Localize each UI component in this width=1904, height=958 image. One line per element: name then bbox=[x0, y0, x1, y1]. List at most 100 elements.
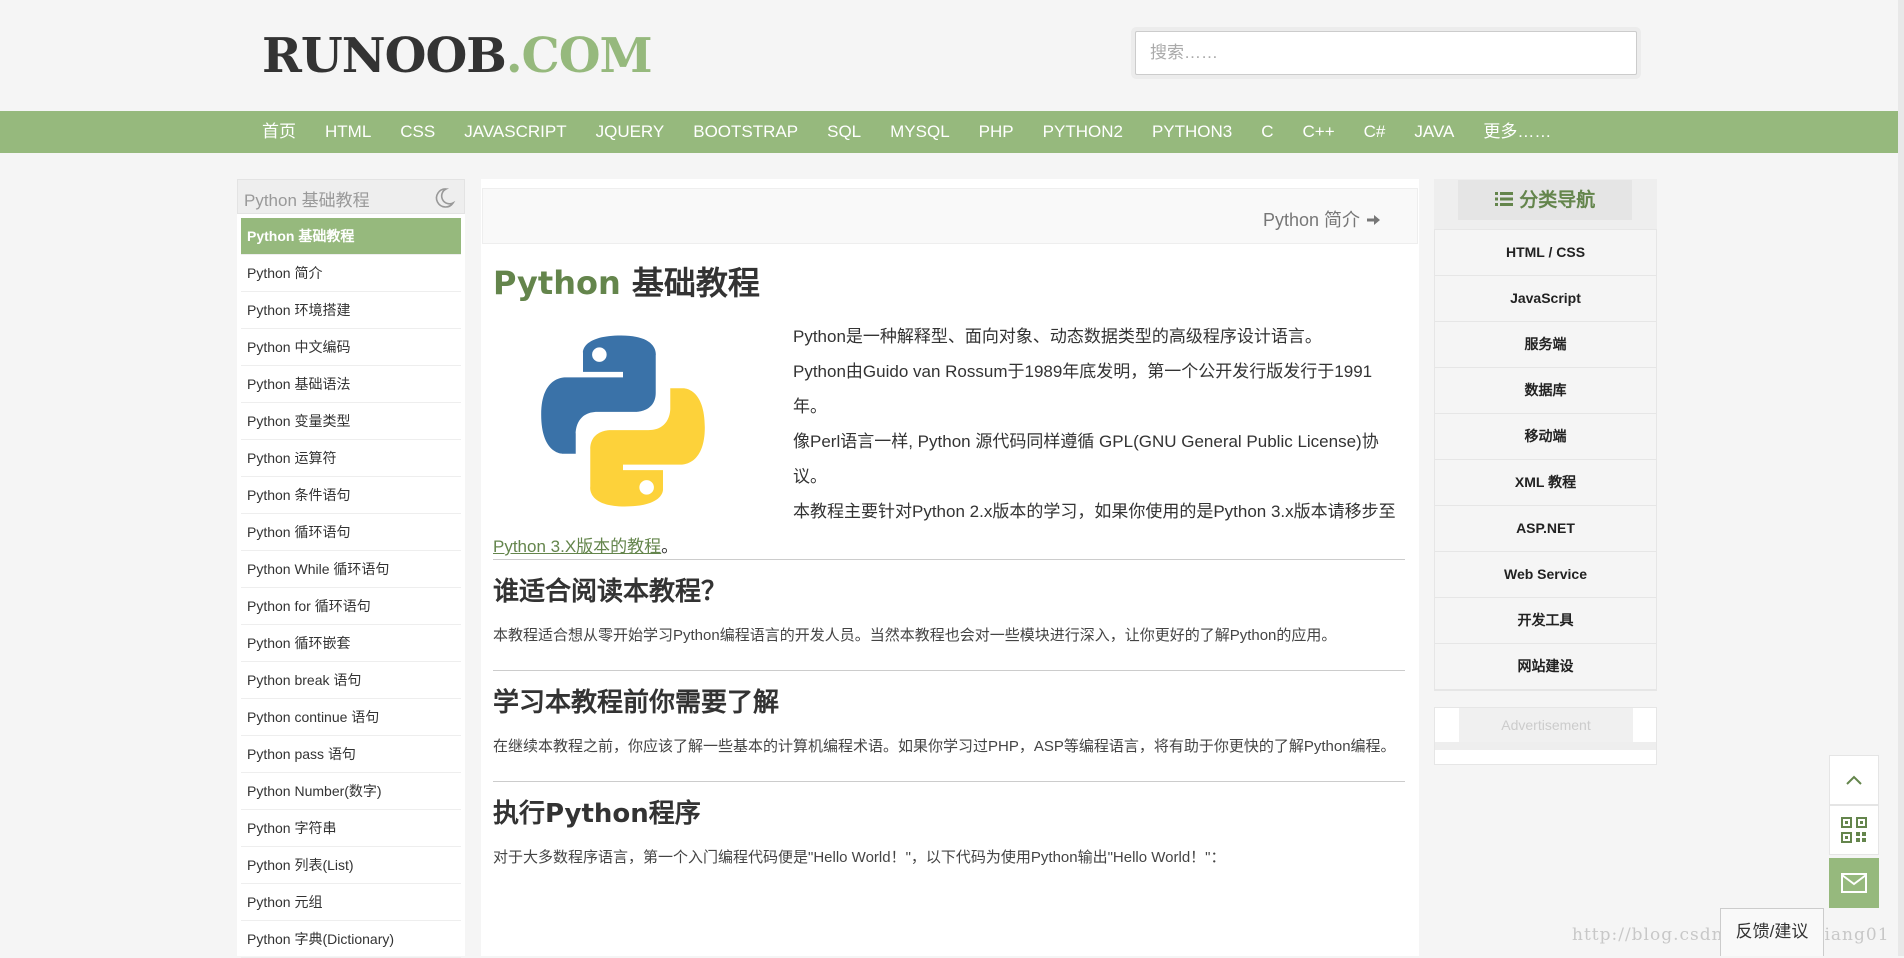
page-scrollbar[interactable] bbox=[1898, 0, 1904, 956]
sidebar-item[interactable]: Python 简介 bbox=[241, 255, 461, 292]
section-heading-run: 执行Python程序 bbox=[493, 799, 701, 829]
category-item[interactable]: HTML / CSS bbox=[1435, 230, 1656, 276]
intro-line-3: 像Perl语言一样, Python 源代码同样遵循 GPL(GNU Genera… bbox=[793, 432, 1379, 486]
intro-line-2: Python由Guido van Rossum于1989年底发明，第一个公开发行… bbox=[793, 362, 1373, 416]
site-header: RUNOOB .COM bbox=[0, 0, 1904, 111]
category-item[interactable]: 网站建设 bbox=[1435, 644, 1656, 690]
sidebar-item[interactable]: Python 条件语句 bbox=[241, 477, 461, 514]
intro-tail: 本教程主要针对Python 2.x版本的学习，如果你使用的是Python 3.x… bbox=[493, 494, 1403, 564]
contact-mail-button[interactable] bbox=[1829, 858, 1879, 908]
category-title: 分类导航 bbox=[1519, 189, 1596, 211]
sidebar-item[interactable]: Python 字典(Dictionary) bbox=[241, 921, 461, 958]
advertisement-band bbox=[1435, 742, 1656, 750]
chevron-up-icon bbox=[1846, 775, 1862, 785]
sidebar-item[interactable]: Python 基础语法 bbox=[241, 366, 461, 403]
main-content: Python 简介 Python 基础教程 Python是一种解释型、面向对象、… bbox=[481, 179, 1419, 956]
category-item[interactable]: 服务端 bbox=[1435, 322, 1656, 368]
sidebar-title: Python 基础教程 bbox=[244, 191, 370, 210]
nav-item-csharp[interactable]: C# bbox=[1364, 111, 1386, 153]
sidebar-item[interactable]: Python 运算符 bbox=[241, 440, 461, 477]
logo-part-1: RUNOOB bbox=[262, 28, 507, 84]
section-text-prereq: 在继续本教程之前，你应该了解一些基本的计算机编程术语。如果你学习过PHP，ASP… bbox=[493, 738, 1396, 755]
python-logo-image bbox=[541, 335, 705, 507]
nav-item-bootstrap[interactable]: BOOTSTRAP bbox=[693, 111, 798, 153]
nav-item-css[interactable]: CSS bbox=[400, 111, 435, 153]
logo-part-2: .COM bbox=[505, 28, 653, 84]
nav-item-home[interactable]: 首页 bbox=[262, 111, 296, 153]
top-nav: 首页 HTML CSS JAVASCRIPT JQUERY BOOTSTRAP … bbox=[0, 111, 1898, 153]
arrow-right-icon bbox=[1367, 215, 1380, 225]
section-text-run: 对于大多数程序语言，第一个入门编程代码便是"Hello World！"，以下代码… bbox=[493, 849, 1226, 866]
sidebar-header: Python 基础教程 bbox=[237, 179, 465, 214]
divider bbox=[493, 670, 1405, 671]
right-sidebar: 分类导航 HTML / CSS JavaScript 服务端 数据库 移动端 X… bbox=[1434, 179, 1657, 765]
article: Python 基础教程 Python是一种解释型、面向对象、动态数据类型的高级程… bbox=[493, 259, 1405, 892]
sidebar-item[interactable]: Python While 循环语句 bbox=[241, 551, 461, 588]
list-icon bbox=[1494, 192, 1513, 206]
category-item[interactable]: ASP.NET bbox=[1435, 506, 1656, 552]
intro-tail-end: 。 bbox=[661, 537, 679, 556]
page-title-rest: 基础教程 bbox=[620, 264, 760, 302]
next-link[interactable]: Python 简介 bbox=[1263, 206, 1381, 232]
page-title-green: Python bbox=[493, 264, 621, 302]
nav-item-python2[interactable]: PYTHON2 bbox=[1043, 111, 1123, 153]
moon-icon[interactable] bbox=[432, 186, 456, 210]
category-item[interactable]: JavaScript bbox=[1435, 276, 1656, 322]
divider bbox=[493, 781, 1405, 782]
nav-item-javascript[interactable]: JAVASCRIPT bbox=[464, 111, 566, 153]
category-title-box: 分类导航 bbox=[1458, 180, 1632, 220]
sidebar-list: Python 基础教程 Python 简介 Python 环境搭建 Python… bbox=[237, 218, 465, 958]
nav-item-sql[interactable]: SQL bbox=[827, 111, 861, 153]
nav-item-mysql[interactable]: MYSQL bbox=[890, 111, 950, 153]
python3-tutorial-link[interactable]: Python 3.X版本的教程 bbox=[493, 537, 661, 556]
section-heading-audience: 谁适合阅读本教程？ bbox=[493, 577, 728, 607]
intro-tail-text: 本教程主要针对Python 2.x版本的学习，如果你使用的是Python 3.x… bbox=[793, 502, 1396, 521]
sidebar-item[interactable]: Python for 循环语句 bbox=[241, 588, 461, 625]
category-item[interactable]: 开发工具 bbox=[1435, 598, 1656, 644]
nav-item-cpp[interactable]: C++ bbox=[1303, 111, 1335, 153]
sidebar-item[interactable]: Python 变量类型 bbox=[241, 403, 461, 440]
sidebar-item[interactable]: Python 字符串 bbox=[241, 810, 461, 847]
qrcode-icon bbox=[1841, 817, 1867, 843]
sidebar-item[interactable]: Python 元组 bbox=[241, 884, 461, 921]
intro-line-1: Python是一种解释型、面向对象、动态数据类型的高级程序设计语言。 bbox=[793, 327, 1322, 346]
feedback-button[interactable]: 反馈/建议 bbox=[1720, 908, 1824, 956]
sidebar-item[interactable]: Python Number(数字) bbox=[241, 773, 461, 810]
advertisement-label: Advertisement bbox=[1459, 708, 1633, 742]
qrcode-button[interactable] bbox=[1829, 805, 1879, 855]
category-item[interactable]: 移动端 bbox=[1435, 414, 1656, 460]
category-item[interactable]: XML 教程 bbox=[1435, 460, 1656, 506]
sidebar-item-basic[interactable]: Python 基础教程 bbox=[241, 218, 461, 255]
intro-section: Python是一种解释型、面向对象、动态数据类型的高级程序设计语言。 Pytho… bbox=[493, 319, 1405, 559]
left-sidebar: Python 基础教程 Python 基础教程 Python 简介 Python… bbox=[237, 179, 465, 958]
category-item[interactable]: 数据库 bbox=[1435, 368, 1656, 414]
advertisement-box: Advertisement bbox=[1434, 707, 1657, 765]
sidebar-item[interactable]: Python 环境搭建 bbox=[241, 292, 461, 329]
nav-item-more[interactable]: 更多…… bbox=[1483, 111, 1551, 153]
nav-item-php[interactable]: PHP bbox=[979, 111, 1014, 153]
section-text-audience: 本教程适合想从零开始学习Python编程语言的开发人员。当然本教程也会对一些模块… bbox=[493, 627, 1337, 644]
search-input[interactable] bbox=[1135, 31, 1637, 75]
mail-icon bbox=[1841, 873, 1867, 893]
nav-item-html[interactable]: HTML bbox=[325, 111, 371, 153]
prev-next-bar: Python 简介 bbox=[482, 188, 1418, 244]
nav-item-java[interactable]: JAVA bbox=[1414, 111, 1454, 153]
category-list: HTML / CSS JavaScript 服务端 数据库 移动端 XML 教程… bbox=[1434, 229, 1657, 691]
sidebar-item[interactable]: Python 列表(List) bbox=[241, 847, 461, 884]
sidebar-item[interactable]: Python 中文编码 bbox=[241, 329, 461, 366]
back-to-top-button[interactable] bbox=[1829, 755, 1879, 805]
sidebar-item[interactable]: Python continue 语句 bbox=[241, 699, 461, 736]
nav-item-c[interactable]: C bbox=[1261, 111, 1273, 153]
category-item[interactable]: Web Service bbox=[1435, 552, 1656, 598]
intro-text: Python是一种解释型、面向对象、动态数据类型的高级程序设计语言。 Pytho… bbox=[793, 319, 1403, 494]
sidebar-item[interactable]: Python 循环嵌套 bbox=[241, 625, 461, 662]
site-logo[interactable]: RUNOOB .COM bbox=[262, 28, 653, 84]
section-heading-prereq: 学习本教程前你需要了解 bbox=[493, 688, 780, 718]
category-header: 分类导航 bbox=[1434, 179, 1657, 229]
sidebar-item[interactable]: Python break 语句 bbox=[241, 662, 461, 699]
sidebar-item[interactable]: Python pass 语句 bbox=[241, 736, 461, 773]
nav-item-jquery[interactable]: JQUERY bbox=[596, 111, 665, 153]
next-link-label: Python 简介 bbox=[1262, 210, 1360, 230]
nav-item-python3[interactable]: PYTHON3 bbox=[1152, 111, 1232, 153]
sidebar-item[interactable]: Python 循环语句 bbox=[241, 514, 461, 551]
